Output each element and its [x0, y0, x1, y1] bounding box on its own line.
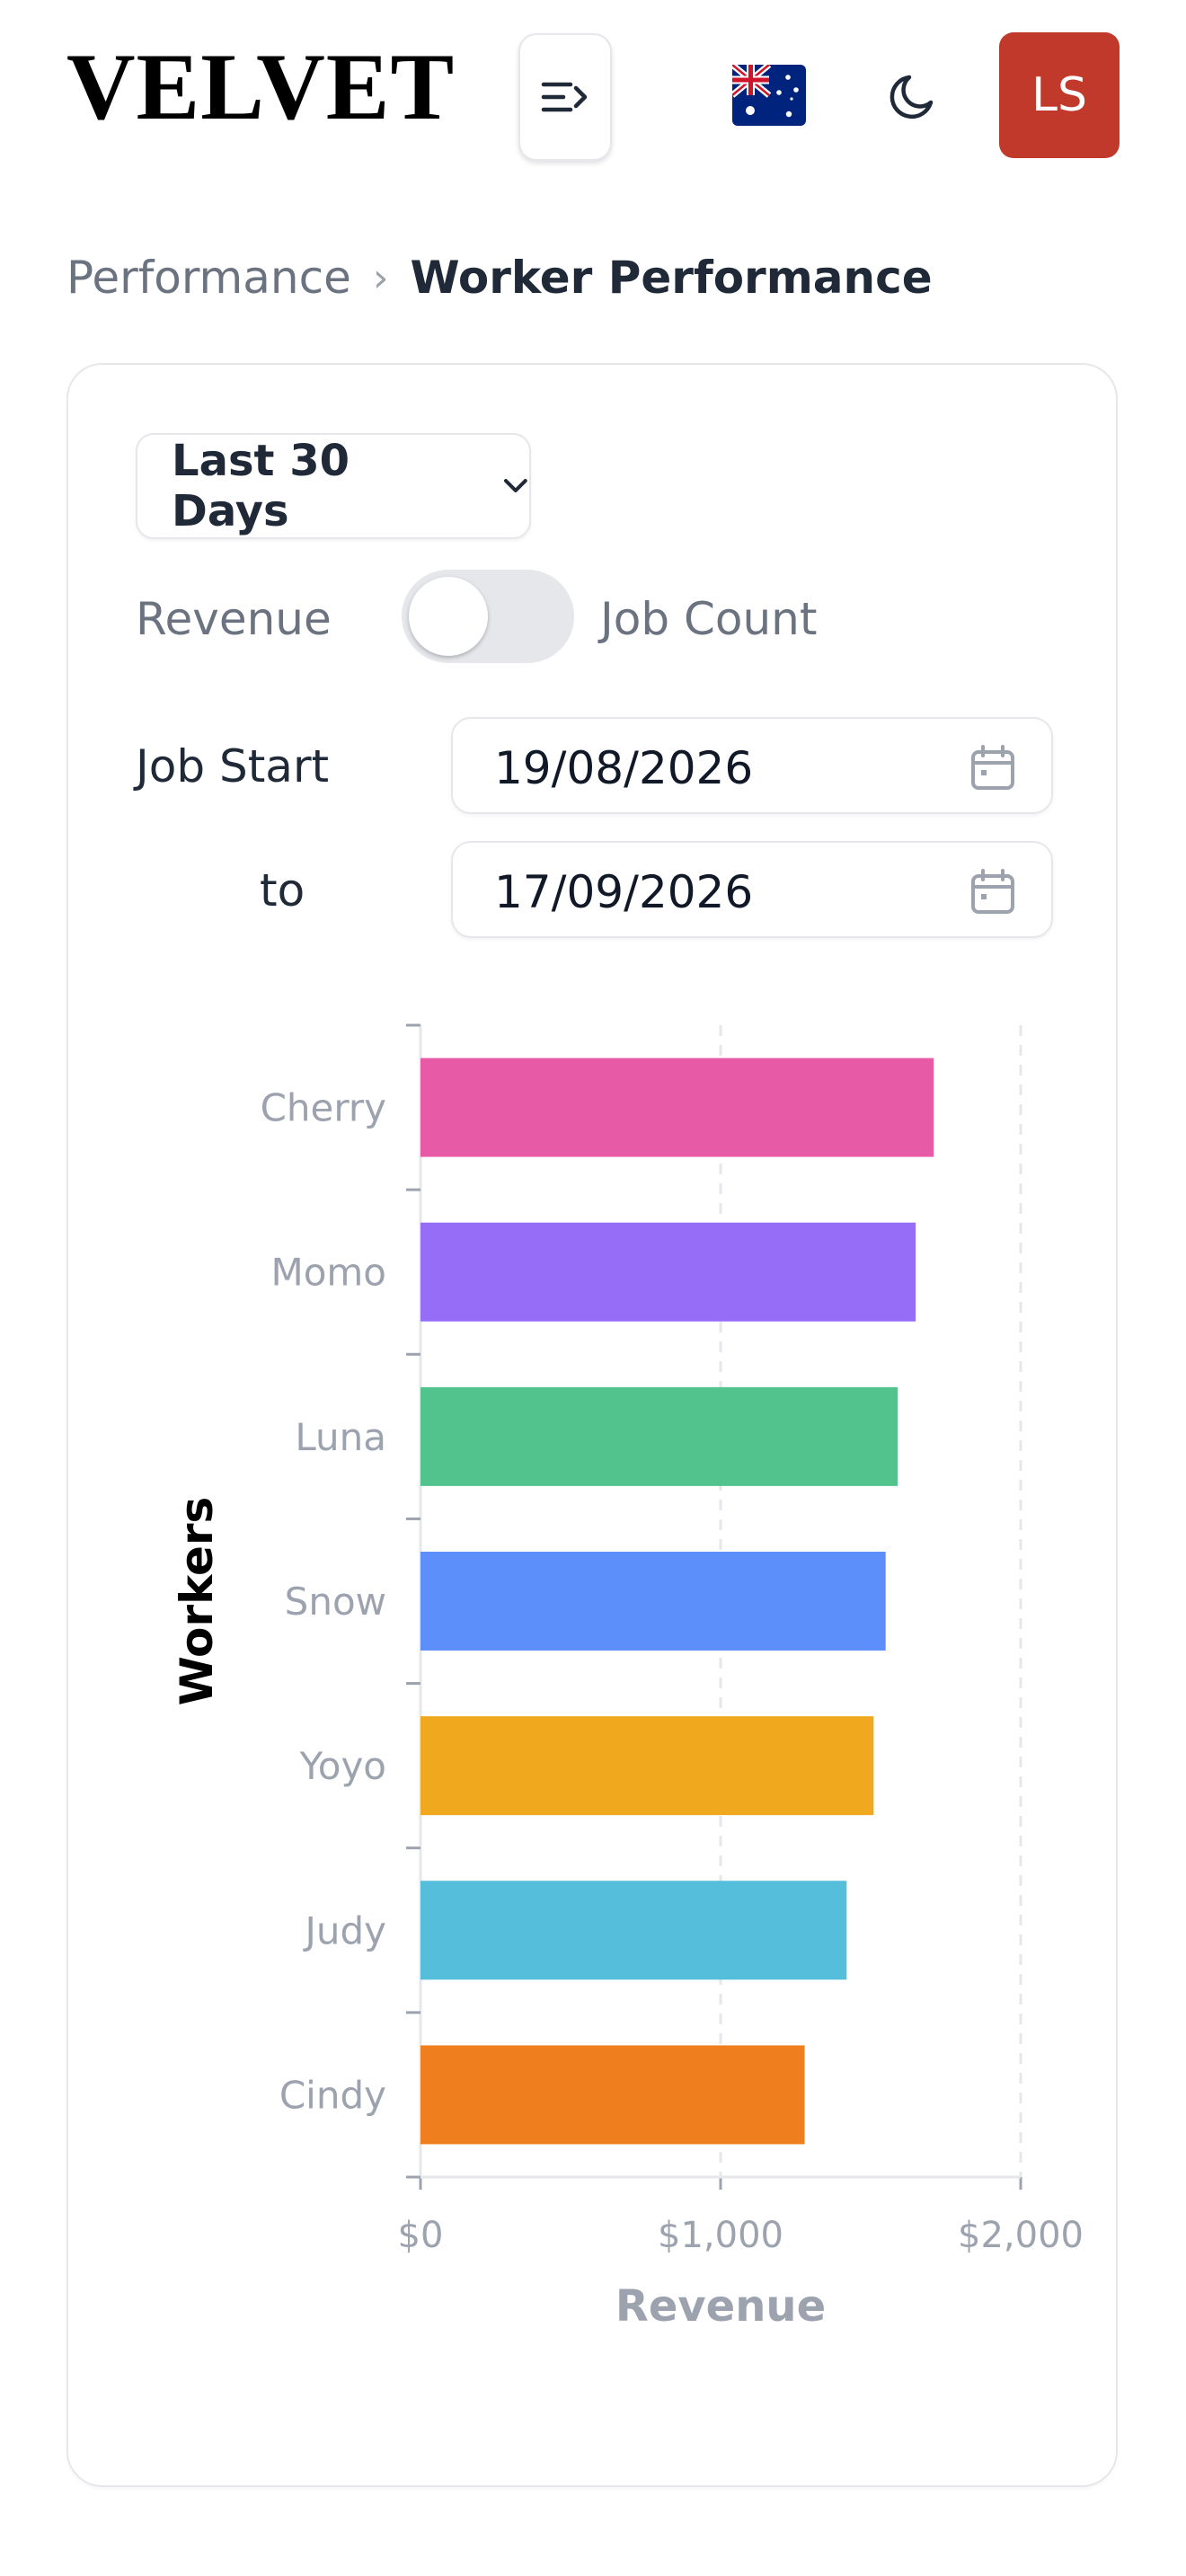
bar-judy — [420, 1881, 847, 1980]
worker-performance-card: Last 30 Days Revenue Job Count Job Start… — [66, 363, 1118, 2487]
bar-yoyo — [420, 1716, 874, 1816]
worker-revenue-bar-chart: $0 $1,000 $2,000 Cherry Momo Luna Snow Yoyo Judy… — [171, 1023, 1084, 2332]
menu-toggle-button[interactable] — [518, 33, 612, 161]
y-category-label: Cherry — [261, 1086, 386, 1130]
bar-luna — [420, 1386, 898, 1486]
page-title: Worker Performance — [410, 252, 933, 304]
y-category-label: Judy — [302, 1908, 386, 1952]
top-bar: VELVET LS — [0, 0, 1186, 189]
brand-logo[interactable]: VELVET — [66, 40, 455, 135]
y-category-label: Yoyo — [299, 1744, 386, 1788]
y-category-label: Snow — [285, 1580, 386, 1624]
bar-snow — [420, 1552, 886, 1651]
menu-arrow-icon — [541, 82, 588, 112]
user-avatar[interactable]: LS — [999, 32, 1120, 158]
australia-flag-icon — [730, 62, 806, 126]
y-axis-title: Workers — [171, 1497, 223, 1706]
theme-toggle-button[interactable] — [888, 68, 942, 122]
breadcrumb: Performance › Worker Performance — [66, 252, 933, 304]
breadcrumb-parent-link[interactable]: Performance — [66, 252, 351, 304]
x-tick-label: $1,000 — [658, 2215, 783, 2256]
bar-cherry — [420, 1058, 934, 1157]
moon-icon — [890, 75, 934, 119]
y-category-label: Luna — [295, 1415, 386, 1459]
language-selector[interactable] — [730, 62, 806, 126]
bar-momo — [420, 1222, 916, 1322]
y-category-label: Cindy — [279, 2073, 386, 2117]
x-tick-label: $2,000 — [958, 2215, 1084, 2256]
y-category-label: Momo — [270, 1251, 386, 1295]
x-axis-title: Revenue — [615, 2281, 826, 2332]
bar-cindy — [420, 2045, 805, 2145]
breadcrumb-separator: › — [372, 254, 389, 301]
x-tick-label: $0 — [398, 2215, 444, 2256]
